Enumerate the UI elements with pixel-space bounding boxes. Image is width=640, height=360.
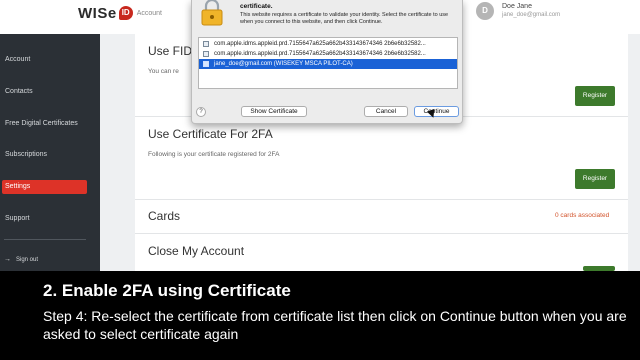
avatar: D [476,2,494,20]
tutorial-caption: 2. Enable 2FA using Certificate Step 4: … [0,271,640,360]
sidebar-item-subscriptions[interactable]: Subscriptions [2,148,87,162]
certificate-selection-dialog: certificate. This website requires a cer… [191,0,463,124]
certificate-list[interactable]: com.apple.idms.appleid.prd.7155647a625a6… [198,37,458,89]
sidebar-item-settings[interactable]: Settings [2,180,87,194]
certificate-icon [203,51,209,57]
certificate-list-item[interactable]: com.apple.idms.appleid.prd.7155647a625a6… [199,49,457,59]
section-title-cards: Cards [148,209,181,223]
help-button[interactable]: ? [196,107,206,117]
sidebar-item-free-digital-certificates[interactable]: Free Digital Certificates [2,117,87,131]
section-title-close-account: Close My Account [148,244,245,258]
certificate-icon [203,61,209,67]
sidebar-divider [4,239,86,240]
section-subtitle-fido: You can re [148,68,179,75]
certificate-list-item[interactable]: com.apple.idms.appleid.prd.7155647a625a6… [199,39,457,49]
logo-subtitle: Account [136,9,162,17]
certificate-label: jane_doe@gmail.com (WISEKEY MSCA PILOT-C… [214,61,353,67]
logo-text: WISe [78,4,117,22]
section-title-fido: Use FID [148,44,193,58]
certificate-icon [203,41,209,47]
section-subtitle-2fa: Following is your certificate registered… [148,151,280,158]
dialog-message: This website requires a certificate to v… [240,12,449,25]
wiseid-logo[interactable]: WISe ID Account [78,4,162,22]
logo-mark: ID [118,6,133,20]
certificate-label: com.apple.idms.appleid.prd.7155647a625a6… [214,51,426,57]
sign-out-link[interactable]: → Sign out [4,256,38,263]
sign-out-icon: → [4,256,11,263]
certificate-lock-icon [201,0,223,26]
dialog-title: certificate. [240,3,273,10]
section-divider [135,199,628,200]
section-divider [135,233,628,234]
section-title-2fa: Use Certificate For 2FA [148,127,273,141]
register-certificate-button[interactable]: Register [575,169,615,189]
sidebar-item-support[interactable]: Support [2,212,87,226]
user-menu[interactable]: D Doe Jane jane_doe@gmail.com [476,2,560,20]
sign-out-label: Sign out [16,256,39,263]
cancel-button[interactable]: Cancel [364,106,408,117]
sidebar: Account Contacts Free Digital Certificat… [0,34,100,271]
sidebar-item-contacts[interactable]: Contacts [2,85,87,99]
certificate-list-item-selected[interactable]: jane_doe@gmail.com (WISEKEY MSCA PILOT-C… [199,59,457,69]
caption-text: Step 4: Re-select the certificate from c… [43,308,627,342]
certificate-label: com.apple.idms.appleid.prd.7155647a625a6… [214,41,426,47]
sidebar-item-account[interactable]: Account [2,53,87,67]
cards-associated-link[interactable]: 0 cards associated [555,212,609,219]
register-fido-button[interactable]: Register [575,86,615,106]
user-name: Doe Jane [502,3,532,10]
user-email: jane_doe@gmail.com [502,12,561,18]
caption-title: 2. Enable 2FA using Certificate [43,281,291,300]
show-certificate-button[interactable]: Show Certificate [241,106,307,117]
